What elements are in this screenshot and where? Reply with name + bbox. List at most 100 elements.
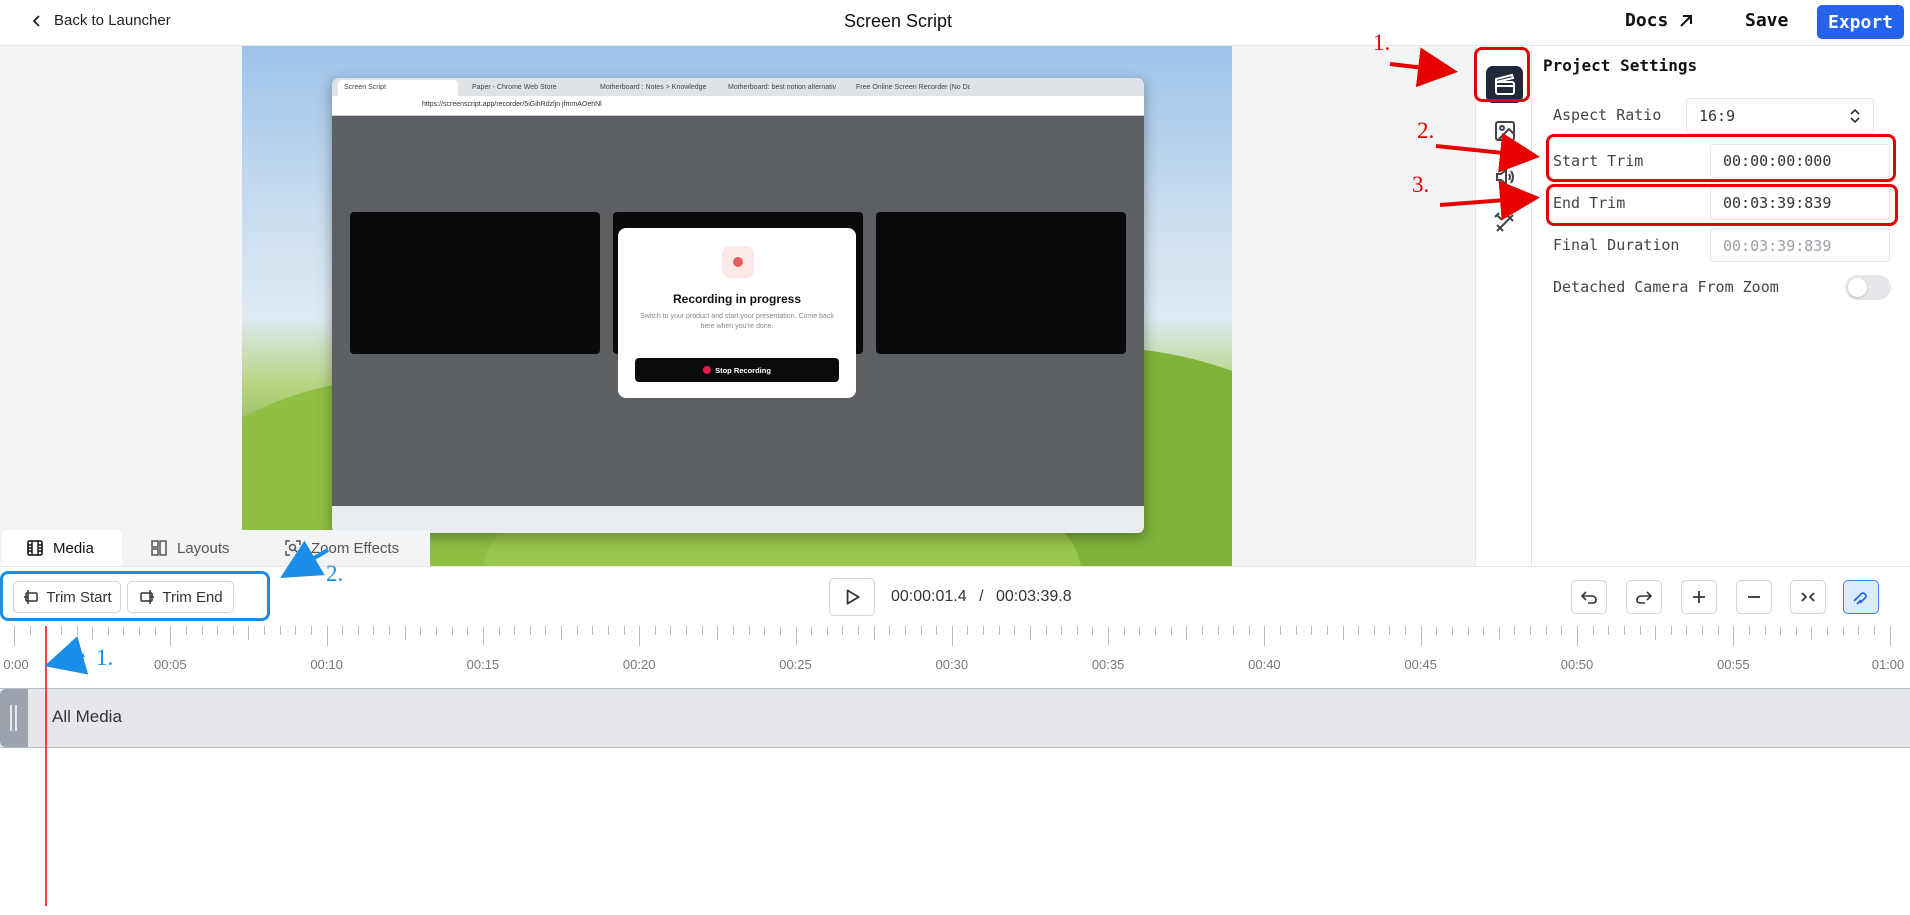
ruler-label: 00:35 [1091,657,1125,672]
ruler-tick [670,626,672,635]
tab-zoom-label: Zoom Effects [311,539,400,557]
ruler-tick [1154,626,1156,635]
ruler-tick [482,626,484,646]
ruler-tick [904,626,906,635]
os-taskbar [332,506,1144,533]
ruler-tick [1014,626,1016,635]
detach-camera-toggle[interactable] [1845,275,1891,300]
ruler-tick [404,626,406,640]
annotation-box-red [1474,47,1530,102]
ruler-tick [701,626,703,635]
ruler-tick [1280,626,1282,635]
save-button[interactable]: Save [1745,10,1788,31]
modal-title: Recording in progress [672,292,802,306]
ruler-tick [1029,626,1031,640]
ruler-tick [1686,626,1688,635]
ruler-tick [1295,626,1297,635]
fit-timeline-button[interactable] [1790,580,1826,614]
ruler-tick [185,626,187,635]
ruler-tick [498,626,500,635]
detach-camera-label: Detached Camera From Zoom [1553,278,1779,296]
preview-canvas[interactable]: Screen Script Paper - Chrome Web Store M… [242,46,1232,566]
ruler-tick [1139,626,1141,635]
undo-icon [1580,591,1597,604]
ruler-tick [1842,626,1844,635]
ruler-tick [1780,626,1782,635]
ruler-tick [467,626,469,635]
playhead[interactable] [45,626,47,906]
ruler-label: 00:20 [622,657,656,672]
background-tab[interactable] [1486,112,1523,149]
current-time: 00:00:01.4 [891,588,967,605]
ruler-tick [686,626,688,635]
recording-card [876,212,1126,354]
zoom-in-button[interactable] [1681,580,1717,614]
browser-tab: Free Online Screen Recorder (No Do [856,84,970,91]
project-settings-panel: Project Settings Aspect Ratio 16:9 Start… [1532,46,1910,566]
ruler-tick [1358,626,1360,635]
snap-magnet-button[interactable] [1843,580,1879,614]
ruler-tick [1545,626,1547,635]
undo-button[interactable] [1571,580,1607,614]
ruler-tick [170,626,172,646]
docs-link[interactable]: Docs [1625,10,1694,31]
design-tab[interactable] [1486,204,1523,241]
ruler-tick [279,626,281,635]
ruler-tick [342,626,344,635]
ruler-tick [76,626,78,635]
timeline-toolbar: Trim Start Trim End 00:00:01.4 / 00:03:3… [0,566,1910,626]
browser-url: https://screenscript.app/recorder/5iGihR… [422,101,602,108]
redo-icon [1636,591,1653,604]
ruler-tick [920,626,922,635]
ruler-tick [576,626,578,635]
export-button[interactable]: Export [1817,5,1904,39]
redo-button[interactable] [1626,580,1662,614]
ruler-tick [29,626,31,635]
zoom-out-button[interactable] [1736,580,1772,614]
tab-media[interactable]: Media [2,530,122,566]
ruler-tick [1389,626,1391,635]
track-drag-handle[interactable] [0,689,28,747]
audio-tab[interactable] [1486,158,1523,195]
aspect-ratio-value: 16:9 [1699,107,1736,125]
ruler-tick [1108,626,1110,646]
tab-layouts[interactable]: Layouts [150,530,230,566]
ruler-tick [1170,626,1172,635]
ruler-tick [217,626,219,635]
chevron-updown-icon [1850,108,1860,124]
ruler-tick [529,626,531,635]
ruler-tick [1498,626,1500,640]
ruler-tick [1405,626,1407,635]
annotation-box-blue [0,571,270,621]
ruler-tick [1639,626,1641,635]
annotation-box-red [1546,184,1898,226]
ruler-tick [107,626,109,635]
ruler-tick [998,626,1000,635]
ruler-tick [654,626,656,635]
all-media-track[interactable]: All Media [0,688,1910,748]
track-label: All Media [52,707,122,726]
ruler-tick [1342,626,1344,640]
settings-icon-rail [1475,46,1532,566]
bottom-tab-bar: Media Layouts Zoom Effects [0,530,430,566]
annotation-number: 1. [1373,30,1391,55]
browser-tab-bar: Screen Script Paper - Chrome Web Store M… [332,78,1144,96]
ruler-tick [779,626,781,635]
ruler-tick [1186,626,1188,640]
ruler-tick [14,626,15,646]
ruler-tick [92,626,94,640]
ruler-tick [1530,626,1532,635]
ruler-tick [1311,626,1313,635]
play-button[interactable] [829,578,875,616]
ruler-tick [1264,626,1266,646]
ruler-tick [1608,626,1610,635]
ruler-tick [1592,626,1594,635]
ruler-tick [1326,626,1328,635]
timeline-ruler[interactable]: 0:00 00:05 00:10 00:15 00:20 00:25 00:30 00:35 0… [0,626,1910,686]
docs-label: Docs [1625,10,1669,31]
ruler-label: 01:00 [1871,657,1905,672]
final-duration-value: 00:03:39:839 [1710,228,1890,262]
aspect-ratio-select[interactable]: 16:9 [1686,98,1874,134]
ruler-tick [1233,626,1235,635]
minus-icon [1748,596,1760,598]
